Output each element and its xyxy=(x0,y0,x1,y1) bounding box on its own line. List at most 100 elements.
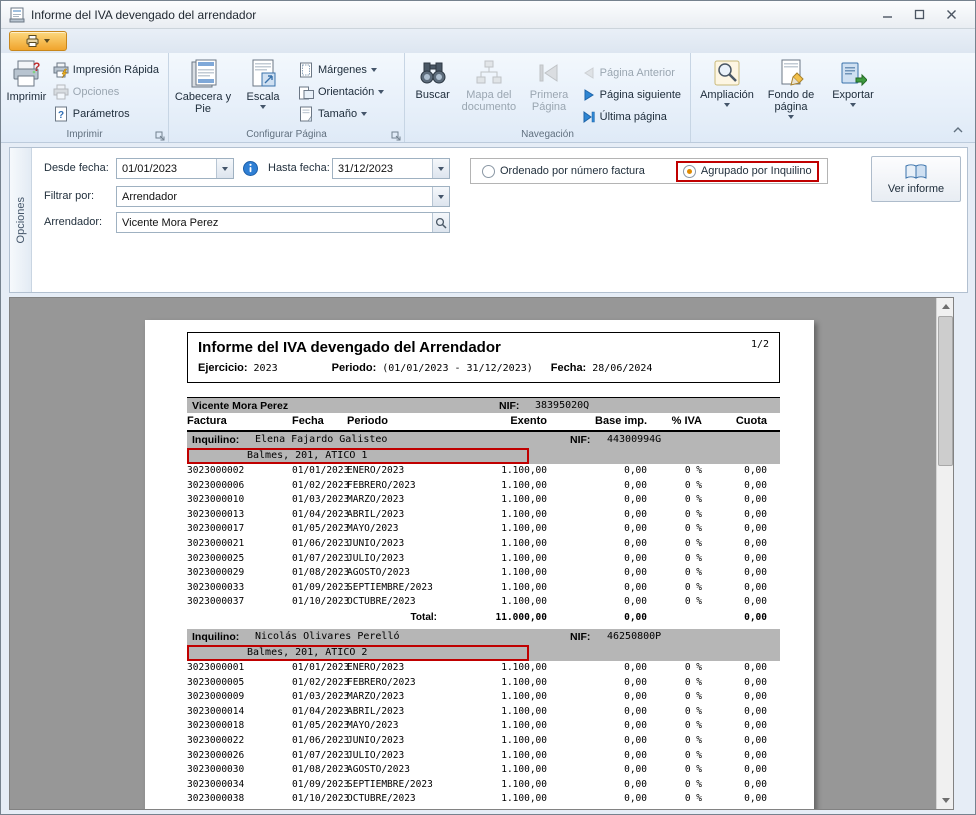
vertical-scrollbar[interactable] xyxy=(936,298,953,809)
svg-text:?: ? xyxy=(58,110,64,121)
scroll-down-button[interactable] xyxy=(937,792,954,809)
invoice-row: 302300001001/03/2023MARZO/20231.100,000,… xyxy=(187,493,780,508)
desde-fecha-field[interactable]: 01/01/2023 xyxy=(116,158,234,179)
tamano-button[interactable]: Tamaño xyxy=(294,103,388,124)
hasta-fecha-dropdown-button[interactable] xyxy=(432,159,449,178)
ribbon-group-imprimir: ? Imprimir Impresión Rápida Opciones ? P… xyxy=(1,53,169,142)
exportar-button[interactable]: Exportar xyxy=(824,56,882,124)
arrendador-field[interactable]: Vicente Mora Perez xyxy=(116,212,450,233)
invoice-cell: 0 % xyxy=(647,479,702,494)
invoice-cell: 01/05/2023 xyxy=(292,719,347,734)
application-menu-button[interactable] xyxy=(9,31,67,51)
maximize-button[interactable] xyxy=(911,7,927,23)
app-icon xyxy=(9,7,25,23)
filtrar-por-field[interactable]: Arrendador xyxy=(116,186,450,207)
report-column-headers: Factura Fecha Periodo Exento Base imp. %… xyxy=(187,413,780,432)
invoice-cell: 0,00 xyxy=(702,778,767,793)
invoice-row: 302300002501/07/2023JULIO/20231.100,000,… xyxy=(187,552,780,567)
ampliacion-button[interactable]: Ampliación xyxy=(696,56,758,124)
invoice-cell: 1.100,00 xyxy=(437,537,547,552)
group-total-row: Total: 11.000,00 0,00 0,00 xyxy=(187,807,780,810)
col-base-imp: Base imp. xyxy=(547,413,647,430)
invoice-cell: JUNIO/2023 xyxy=(347,537,437,552)
minimize-button[interactable] xyxy=(879,7,895,23)
invoice-cell: 0,00 xyxy=(702,763,767,778)
info-icon[interactable] xyxy=(243,161,258,181)
invoice-cell: 0 % xyxy=(647,719,702,734)
invoice-cell: 1.100,00 xyxy=(437,690,547,705)
binoculars-icon xyxy=(418,59,448,87)
invoice-row: 302300000101/01/2023ENERO/20231.100,000,… xyxy=(187,661,780,676)
invoice-cell: FEBRERO/2023 xyxy=(347,479,437,494)
mapa-documento-label: Mapa del documento xyxy=(457,89,520,113)
invoice-cell: FEBRERO/2023 xyxy=(347,676,437,691)
hasta-fecha-field[interactable]: 31/12/2023 xyxy=(332,158,450,179)
landlord-nif: 38395020Q xyxy=(535,398,589,414)
titlebar[interactable]: Informe del IVA devengado del arrendador xyxy=(1,1,975,29)
report-title: Informe del IVA devengado del Arrendador xyxy=(198,339,501,356)
invoice-cell: 0,00 xyxy=(702,749,767,764)
filtrar-por-dropdown-button[interactable] xyxy=(432,187,449,206)
tenant-band: Inquilino: Elena Fajardo Galisteo NIF: 4… xyxy=(187,432,780,448)
invoice-cell: 0,00 xyxy=(547,552,647,567)
invoice-row: 302300000901/03/2023MARZO/20231.100,000,… xyxy=(187,690,780,705)
radio-agrupado-inquilino[interactable]: Agrupado por Inquilino xyxy=(676,161,819,182)
invoice-cell: 01/07/2023 xyxy=(292,552,347,567)
pagina-siguiente-button[interactable]: Página siguiente xyxy=(578,84,685,105)
invoice-row: 302300001701/05/2023MAYO/20231.100,000,0… xyxy=(187,522,780,537)
mapa-documento-button: Mapa del documento xyxy=(457,56,520,124)
buscar-button[interactable]: Buscar xyxy=(410,56,455,124)
ver-informe-button[interactable]: Ver informe xyxy=(871,156,961,202)
invoice-cell: 0,00 xyxy=(547,464,647,479)
orientacion-button[interactable]: Orientación xyxy=(294,81,388,102)
desde-fecha-dropdown-button[interactable] xyxy=(216,159,233,178)
invoice-row: 302300003001/08/2023AGOSTO/20231.100,000… xyxy=(187,763,780,778)
dialog-launcher-icon[interactable] xyxy=(155,129,166,140)
invoice-cell: 1.100,00 xyxy=(437,566,547,581)
impresion-rapida-button[interactable]: Impresión Rápida xyxy=(49,59,163,80)
invoice-row: 302300001301/04/2023ABRIL/20231.100,000,… xyxy=(187,508,780,523)
invoice-cell: 0,00 xyxy=(702,493,767,508)
cabecera-y-pie-button[interactable]: Cabecera y Pie xyxy=(174,56,232,124)
collapse-ribbon-button[interactable] xyxy=(949,122,967,138)
parametros-button[interactable]: ? Parámetros xyxy=(49,103,163,124)
invoice-cell: 1.100,00 xyxy=(437,581,547,596)
invoice-cell: 3023000034 xyxy=(187,778,292,793)
last-page-icon xyxy=(582,110,596,124)
invoice-cell: 1.100,00 xyxy=(437,792,547,807)
imprimir-button[interactable]: ? Imprimir xyxy=(6,56,47,124)
radio-ordenado-numero-factura[interactable]: Ordenado por número factura xyxy=(477,163,650,180)
invoice-cell: 01/01/2023 xyxy=(292,661,347,676)
fondo-pagina-button[interactable]: Fondo de página xyxy=(760,56,822,124)
options-panel: Opciones Desde fecha: 01/01/2023 Hasta f… xyxy=(9,147,968,293)
group-caption-navegacion: Navegación xyxy=(405,129,690,140)
ejercicio-value: 2023 xyxy=(254,363,278,374)
scrollbar-thumb[interactable] xyxy=(938,316,953,466)
margins-icon xyxy=(298,62,314,78)
sort-options-group: Ordenado por número factura Agrupado por… xyxy=(470,158,828,184)
tenant-nif: 46250800P xyxy=(607,629,661,645)
dialog-launcher-icon[interactable] xyxy=(391,129,402,140)
options-tab[interactable]: Opciones xyxy=(10,148,32,292)
invoice-cell: 0,00 xyxy=(547,566,647,581)
report-tenant-group: Inquilino: Elena Fajardo Galisteo NIF: 4… xyxy=(187,432,780,625)
invoice-cell: 0,00 xyxy=(702,595,767,610)
total-cuota: 0,00 xyxy=(702,610,767,625)
total-base: 0,00 xyxy=(547,807,647,810)
arrendador-search-button[interactable] xyxy=(432,213,449,232)
tenant-nif: 44300994G xyxy=(607,432,661,448)
dropdown-arrow-icon xyxy=(788,115,794,119)
invoice-cell: 1.100,00 xyxy=(437,734,547,749)
col-cuota: Cuota xyxy=(702,413,767,430)
escala-button[interactable]: Escala xyxy=(234,56,292,124)
margenes-button[interactable]: Márgenes xyxy=(294,59,388,80)
invoice-cell: 3023000010 xyxy=(187,493,292,508)
radio-ordenado-label: Ordenado por número factura xyxy=(500,165,645,177)
dropdown-arrow-icon xyxy=(850,103,856,107)
ultima-pagina-button[interactable]: Última página xyxy=(578,106,685,127)
invoice-cell: 01/02/2023 xyxy=(292,479,347,494)
total-label: Total: xyxy=(347,610,437,625)
scroll-up-button[interactable] xyxy=(937,298,954,315)
first-page-icon xyxy=(535,59,563,87)
close-button[interactable] xyxy=(943,7,959,23)
